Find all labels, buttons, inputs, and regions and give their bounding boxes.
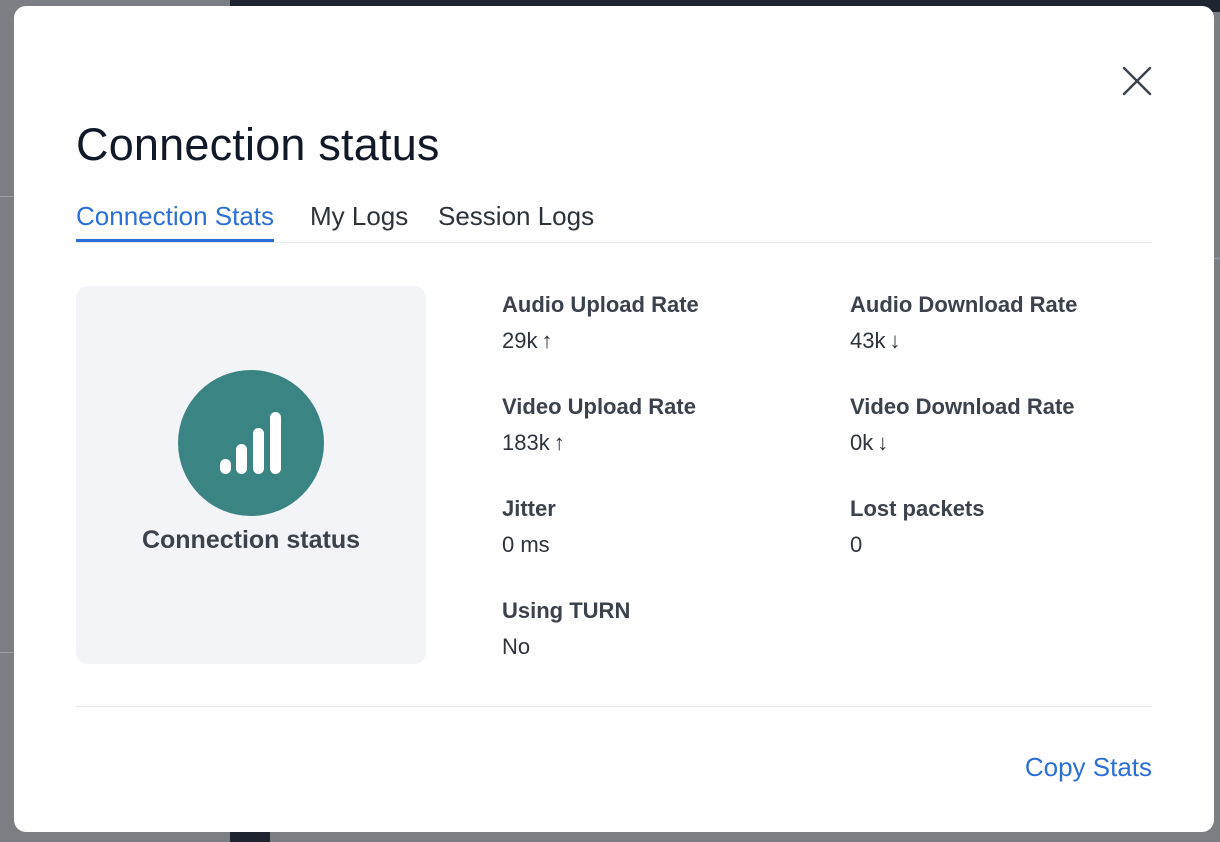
arrow-up-icon: ↑ bbox=[541, 328, 553, 353]
stat-using-turn: Using TURN No bbox=[502, 598, 630, 660]
stat-jitter: Jitter 0 ms bbox=[502, 496, 556, 558]
close-button[interactable] bbox=[1121, 65, 1153, 97]
stat-value: 0 ms bbox=[502, 532, 550, 557]
stat-audio-download-rate: Audio Download Rate 43k ↓ bbox=[850, 292, 1077, 354]
stat-value: 183k ↑ bbox=[502, 430, 696, 456]
stat-value-text: 0k bbox=[850, 430, 874, 455]
stat-value: 29k ↑ bbox=[502, 328, 699, 354]
stat-label: Jitter bbox=[502, 496, 556, 521]
close-icon bbox=[1122, 66, 1152, 96]
background-divider bbox=[1214, 258, 1220, 259]
stat-value-text: 43k bbox=[850, 328, 886, 353]
connection-status-modal: Connection status Connection Stats My Lo… bbox=[14, 6, 1214, 832]
signal-bars-icon bbox=[178, 370, 324, 516]
connection-status-card: Connection status bbox=[76, 286, 426, 664]
stat-label: Video Download Rate bbox=[850, 394, 1075, 419]
stat-label: Audio Upload Rate bbox=[502, 292, 699, 317]
copy-stats-button[interactable]: Copy Stats bbox=[1025, 752, 1152, 783]
stat-video-upload-rate: Video Upload Rate 183k ↑ bbox=[502, 394, 696, 456]
stat-label: Using TURN bbox=[502, 598, 631, 623]
stat-value-text: 183k bbox=[502, 430, 550, 455]
stat-label: Audio Download Rate bbox=[850, 292, 1078, 317]
footer-divider bbox=[76, 706, 1152, 707]
arrow-up-icon: ↑ bbox=[553, 430, 565, 455]
stat-value: No bbox=[502, 634, 531, 659]
tab-session-logs[interactable]: Session Logs bbox=[438, 198, 594, 242]
tab-connection-stats[interactable]: Connection Stats bbox=[76, 198, 275, 242]
stat-lost-packets: Lost packets 0 bbox=[850, 496, 985, 558]
modal-title: Connection status bbox=[76, 119, 440, 170]
tab-bar: Connection Stats My Logs Session Logs bbox=[76, 198, 1152, 243]
arrow-down-icon: ↓ bbox=[889, 328, 901, 353]
stat-audio-upload-rate: Audio Upload Rate 29k ↑ bbox=[502, 292, 699, 354]
stat-label: Lost packets bbox=[850, 496, 985, 521]
stat-label: Video Upload Rate bbox=[502, 394, 696, 419]
tab-my-logs[interactable]: My Logs bbox=[310, 198, 408, 242]
stat-value-text: 29k bbox=[502, 328, 538, 353]
stat-value: 43k ↓ bbox=[850, 328, 1077, 354]
stat-video-download-rate: Video Download Rate 0k ↓ bbox=[850, 394, 1075, 456]
stat-value: 0k ↓ bbox=[850, 430, 1075, 456]
connection-status-label: Connection status bbox=[141, 526, 361, 554]
background-divider bbox=[0, 652, 14, 653]
arrow-down-icon: ↓ bbox=[877, 430, 889, 455]
background-divider bbox=[0, 196, 14, 197]
stat-value: 0 bbox=[850, 532, 863, 557]
